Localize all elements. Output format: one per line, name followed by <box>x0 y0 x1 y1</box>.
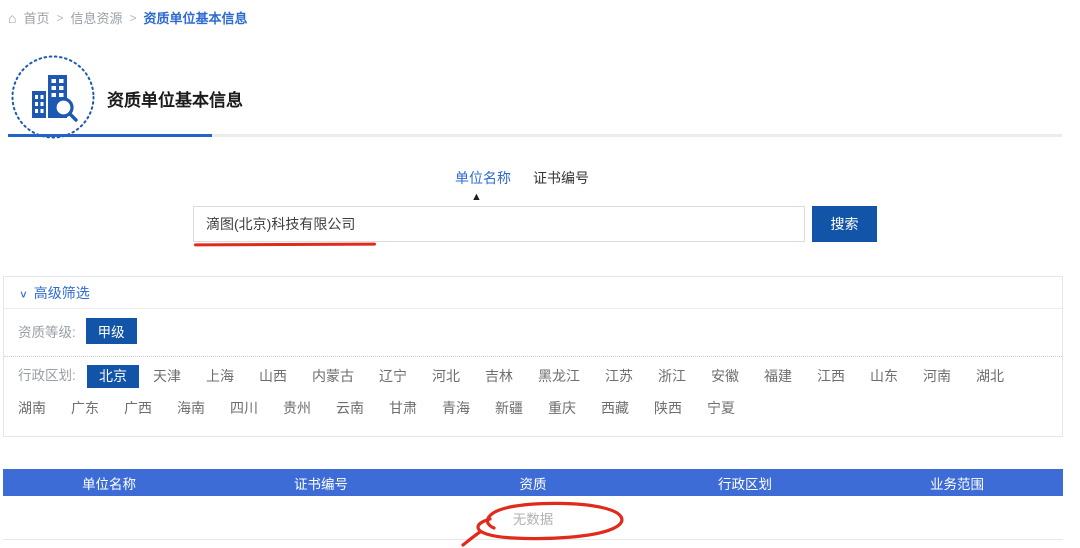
region-item[interactable]: 广西 <box>124 400 152 416</box>
region-item[interactable]: 浙江 <box>658 368 686 384</box>
chevron-down-icon: ∨ <box>19 280 28 307</box>
region-item[interactable]: 广东 <box>71 400 99 416</box>
column-header-qualification: 资质 <box>427 473 639 493</box>
region-item[interactable]: 青海 <box>442 400 470 416</box>
title-divider <box>8 134 1062 137</box>
column-header-region: 行政区划 <box>639 473 851 493</box>
region-item[interactable]: 山西 <box>259 368 287 384</box>
search-input[interactable] <box>193 206 805 242</box>
breadcrumb-separator: > <box>130 11 137 25</box>
annotation-red-underline <box>194 243 376 247</box>
region-item[interactable]: 湖南 <box>18 400 46 416</box>
region-item[interactable]: 河北 <box>432 368 460 384</box>
advanced-filter-panel: ∨ 高级筛选 资质等级: 甲级 行政区划:北京天津 上海 山西 内蒙古 辽宁 河北 吉林 黑龙江… <box>3 276 1063 437</box>
region-item[interactable]: 四川 <box>230 400 258 416</box>
column-header-business-scope: 业务范围 <box>851 473 1063 493</box>
home-icon: ⌂ <box>8 11 16 25</box>
region-item[interactable]: 辽宁 <box>379 368 407 384</box>
breadcrumb-home[interactable]: 首页 <box>23 8 49 27</box>
region-item[interactable]: 上海 <box>206 368 234 384</box>
region-item[interactable]: 内蒙古 <box>312 368 354 384</box>
breadcrumb-info-resources[interactable]: 信息资源 <box>71 8 123 27</box>
region-item[interactable]: 甘肃 <box>389 400 417 416</box>
region-item[interactable]: 宁夏 <box>707 400 735 416</box>
search-type-tabs: 单位名称 证书编号 <box>455 168 589 188</box>
region-item[interactable]: 云南 <box>336 400 364 416</box>
page-title: 资质单位基本信息 <box>107 86 243 111</box>
region-item[interactable]: 安徽 <box>711 368 739 384</box>
annotation-red-circle <box>452 496 637 548</box>
region-item[interactable]: 江苏 <box>605 368 633 384</box>
breadcrumb: ⌂ 首页 > 信息资源 > 资质单位基本信息 <box>8 8 248 27</box>
region-item[interactable]: 江西 <box>817 368 845 384</box>
region-item[interactable]: 福建 <box>764 368 792 384</box>
search-button[interactable]: 搜索 <box>812 206 877 242</box>
advanced-filter-title: 高级筛选 <box>34 285 90 301</box>
administrative-region-row: 行政区划:北京天津上海山西内蒙古辽宁河北吉林黑龙江江苏浙江安徽福建江西山东河南湖… <box>4 357 1062 432</box>
active-tab-caret-icon: ▲ <box>471 192 482 203</box>
region-list: 北京天津 上海 山西 内蒙古 辽宁 河北 吉林 黑龙江 江苏 浙江 安徽 福建 江西 山东 河南 湖北湖南 广东… <box>18 368 1029 416</box>
administrative-region-label: 行政区划: <box>18 360 87 392</box>
column-header-unit-name: 单位名称 <box>3 473 215 493</box>
level-chip-jiaji[interactable]: 甲级 <box>86 318 137 344</box>
region-item-beijing[interactable]: 北京 <box>87 365 139 388</box>
region-item[interactable]: 新疆 <box>495 400 523 416</box>
region-item[interactable]: 河南 <box>923 368 951 384</box>
qualification-level-row: 资质等级: 甲级 <box>4 309 1062 357</box>
results-table-header: 单位名称 证书编号 资质 行政区划 业务范围 <box>3 469 1063 496</box>
region-item[interactable]: 重庆 <box>548 400 576 416</box>
tab-unit-name[interactable]: 单位名称 <box>455 168 511 188</box>
region-item[interactable]: 天津 <box>153 368 181 384</box>
tab-certificate-number[interactable]: 证书编号 <box>533 168 589 188</box>
region-item[interactable]: 山东 <box>870 368 898 384</box>
region-item[interactable]: 海南 <box>177 400 205 416</box>
region-item[interactable]: 西藏 <box>601 400 629 416</box>
qualification-level-label: 资质等级: <box>18 325 76 340</box>
region-item[interactable]: 贵州 <box>283 400 311 416</box>
region-item[interactable]: 黑龙江 <box>538 368 580 384</box>
title-divider-active-segment <box>8 134 212 137</box>
region-item[interactable]: 陕西 <box>654 400 682 416</box>
advanced-filter-toggle[interactable]: ∨ 高级筛选 <box>4 277 1062 309</box>
column-header-certificate-number: 证书编号 <box>215 473 427 493</box>
qualification-unit-icon <box>10 54 96 140</box>
breadcrumb-current: 资质单位基本信息 <box>144 8 248 27</box>
region-item[interactable]: 湖北 <box>976 368 1004 384</box>
region-item[interactable]: 吉林 <box>485 368 513 384</box>
breadcrumb-separator: > <box>56 11 63 25</box>
